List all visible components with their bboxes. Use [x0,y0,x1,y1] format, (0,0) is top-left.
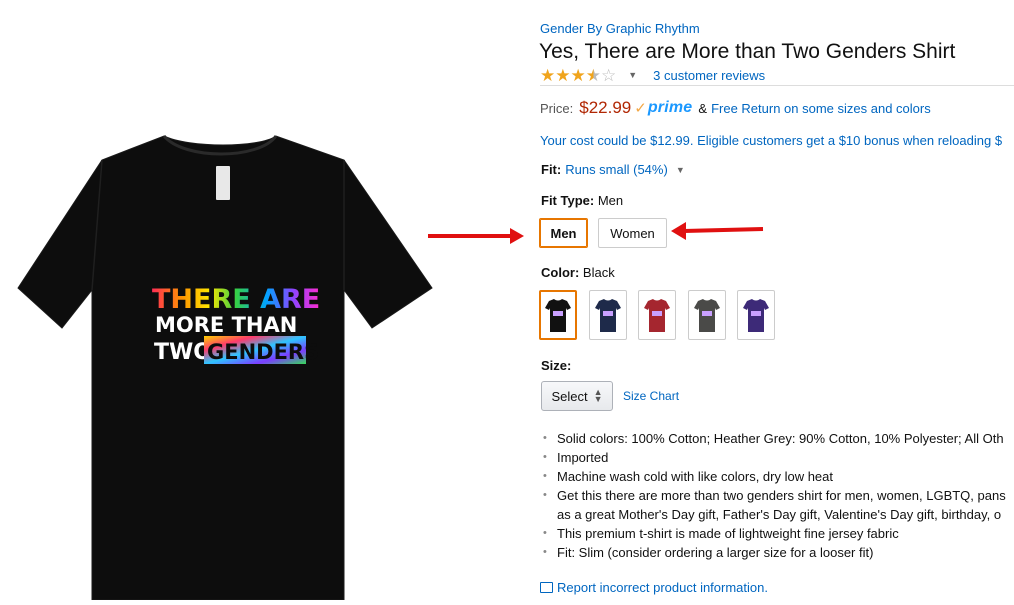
feature-bullet: Fit: Slim (consider ordering a larger si… [543,543,1014,562]
size-select-value: Select [551,388,588,404]
color-value: Black [582,265,615,280]
report-link-text: Report incorrect product information. [557,580,768,595]
star-icon: ★ [570,65,586,85]
tshirt-thumbnail-icon [595,299,621,332]
fit-type-men-button[interactable]: Men [539,218,588,248]
arrow-right-icon [428,228,524,244]
price-label: Price: [540,100,574,116]
star-empty-icon: ☆ [601,65,617,85]
tshirt-thumbnail-icon [743,299,769,332]
color-swatch-purple[interactable] [737,290,775,340]
arrow-left-icon [671,222,764,240]
product-image[interactable]: THERE ARE MORE THAN TWO GENDERS [14,130,434,601]
feature-bullets: Solid colors: 100% Cotton; Heather Grey:… [543,429,1014,562]
tshirt-image: THERE ARE MORE THAN TWO GENDERS [17,134,433,601]
star-icon: ★ [540,65,556,85]
fit-row: Fit: Runs small (54%) ▼ [541,162,685,177]
star-rating[interactable]: ★ ★ ★ ★ ☆ [540,67,616,84]
comment-icon [540,582,553,593]
feature-bullet: This premium t-shirt is made of lightwei… [543,524,1014,543]
fit-type-women-button[interactable]: Women [598,218,667,248]
star-half-icon: ★ [585,65,601,85]
print-line-3a: TWO [154,340,212,365]
feature-bullet: Solid colors: 100% Cotton; Heather Grey:… [543,429,1014,448]
feature-bullet: Machine wash cold with like colors, dry … [543,467,1014,486]
print-line-3b: GENDERS [207,340,319,364]
prime-logo: prime [647,99,693,116]
brand-link[interactable]: Gender By Graphic Rhythm [540,21,700,36]
price-value: $22.99 [579,98,632,117]
size-select[interactable]: Select ▲ ▼ [541,381,613,411]
color-label: Color: [541,265,580,280]
feature-bullet: Imported [543,448,1014,467]
fit-type-value: Men [597,193,624,208]
color-swatch-navy[interactable] [589,290,627,340]
product-title: Yes, There are More than Two Genders Shi… [539,40,956,63]
color-row: Color: Black [541,265,615,280]
chevron-down-icon[interactable]: ▼ [676,165,685,175]
print-line-2: MORE THAN [155,313,297,337]
color-swatch-grey[interactable] [688,290,726,340]
rating-row: ★ ★ ★ ★ ☆ ▼ 3 customer reviews [540,66,765,84]
fit-label: Fit: [541,162,562,177]
checkmark-icon: ✓ [634,100,647,117]
tshirt-thumbnail-icon [644,299,670,332]
reload-bonus-link[interactable]: Your cost could be $12.99. Eligible cust… [540,133,1002,148]
prime-badge: ✓ prime [634,99,692,117]
size-chart-link[interactable]: Size Chart [623,389,679,403]
divider [540,85,1014,86]
report-incorrect-info-link[interactable]: Report incorrect product information. [540,580,768,595]
tshirt-thumbnail-icon [545,299,571,332]
fit-type-label: Fit Type: [541,193,595,208]
free-return-link[interactable]: Free Return on some sizes and colors [711,101,931,116]
size-label: Size: [541,358,572,373]
fit-type-row: Fit Type: Men [541,193,623,208]
star-icon: ★ [555,65,571,85]
customer-reviews-link[interactable]: 3 customer reviews [653,68,765,83]
chevron-down-icon[interactable]: ▼ [628,70,637,80]
price-row: Price: $22.99 ✓ prime & Free Return on s… [540,98,931,118]
feature-bullet: Get this there are more than two genders… [543,486,1014,505]
fit-value-link[interactable]: Runs small (54%) [565,162,668,177]
feature-bullet-continued: as a great Mother's Day gift, Father's D… [557,507,1002,522]
color-swatch-black[interactable] [539,290,577,340]
ampersand: & [698,100,708,116]
select-updown-icon: ▲ ▼ [593,387,603,404]
color-swatch-red[interactable] [638,290,676,340]
tshirt-thumbnail-icon [694,299,720,332]
print-line-1: THERE ARE [152,284,320,315]
